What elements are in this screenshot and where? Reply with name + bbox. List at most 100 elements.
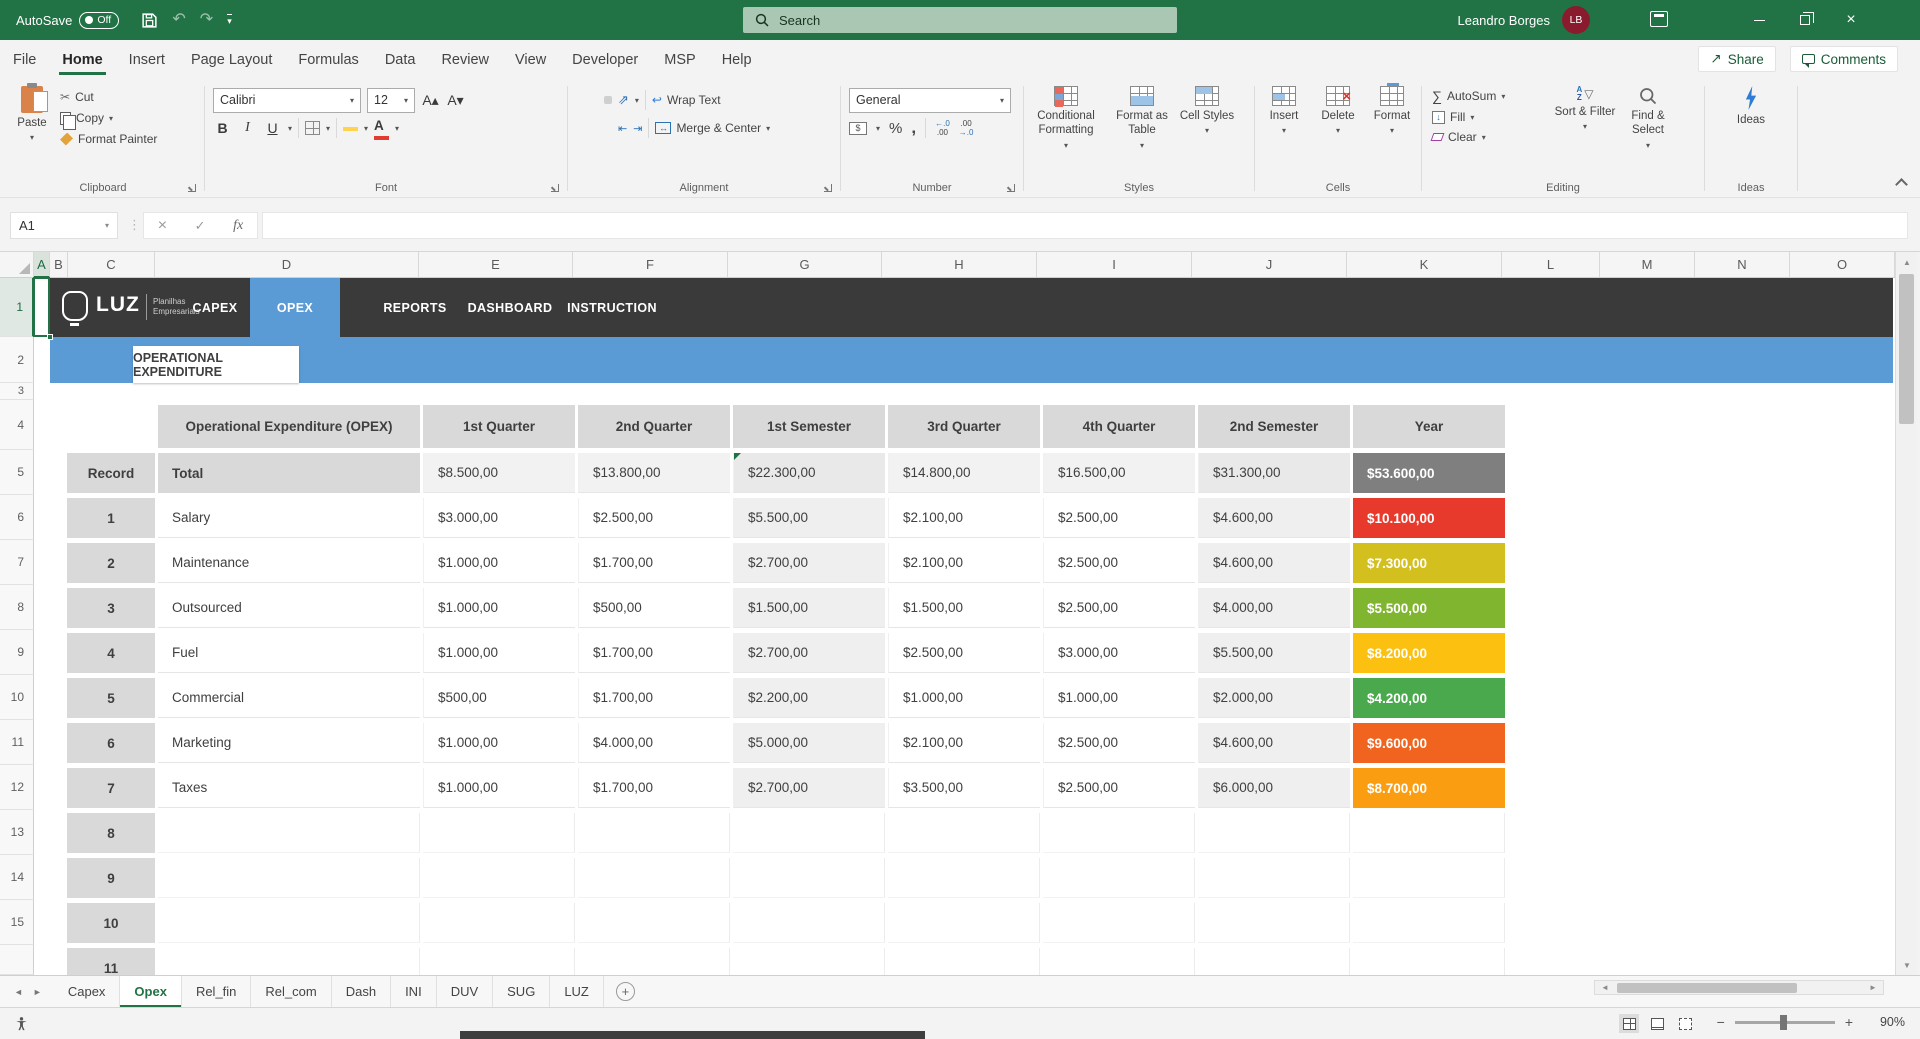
item-cell[interactable]: Salary [158,498,420,538]
borders-icon[interactable] [305,121,320,135]
accounting-format-icon[interactable]: $ [849,122,867,135]
orientation-dropdown-icon[interactable]: ▾ [635,96,639,105]
record-cell[interactable]: 6 [67,723,155,763]
q3-cell[interactable]: $2.100,00 [888,723,1040,763]
empty-cell[interactable] [1198,903,1350,943]
row-header-1[interactable]: 1 [0,278,34,337]
number-format-select[interactable]: General▾ [849,88,1011,113]
autosum-button[interactable]: ∑AutoSum▾ [1432,88,1550,104]
empty-cell[interactable] [1353,903,1505,943]
year-cell[interactable]: $10.100,00 [1353,498,1505,538]
search-input[interactable]: Search [743,7,1177,33]
align-middle-icon[interactable] [590,96,598,104]
fill-button[interactable]: ↓Fill▾ [1432,110,1550,124]
q2-cell[interactable]: $1.700,00 [578,678,730,718]
close-button[interactable]: × [1828,0,1874,40]
year-cell[interactable]: $9.600,00 [1353,723,1505,763]
autosave-switch[interactable]: Off [79,12,119,29]
paste-button[interactable]: Paste ▾ [4,78,60,146]
font-dialog-launcher-icon[interactable] [551,184,559,192]
s1-cell[interactable]: $5.500,00 [733,498,885,538]
sheet-tab-capex[interactable]: Capex [54,976,121,1007]
table-header-opex[interactable]: Operational Expenditure (OPEX) [158,405,420,448]
wrap-text-button[interactable]: ↩Wrap Text [652,93,721,107]
accounting-dropdown-icon[interactable]: ▾ [876,124,880,133]
s1-cell[interactable]: $2.700,00 [733,543,885,583]
q3-cell[interactable]: $1.500,00 [888,588,1040,628]
empty-cell[interactable] [578,948,730,975]
column-header-h[interactable]: H [882,252,1037,278]
percent-style-icon[interactable]: % [889,120,902,137]
q1-cell[interactable]: $1.000,00 [423,633,575,673]
row-header-14[interactable]: 14 [0,855,34,900]
q1-cell[interactable]: $3.000,00 [423,498,575,538]
record-cell[interactable]: 10 [67,903,155,943]
record-cell[interactable]: 4 [67,633,155,673]
total-q4-cell[interactable]: $16.500,00 [1043,453,1195,493]
total-year-cell[interactable]: $53.600,00 [1353,453,1505,493]
tab-view[interactable]: View [502,43,559,75]
share-button[interactable]: ↗Share [1698,46,1775,72]
empty-cell[interactable] [888,903,1040,943]
empty-cell[interactable] [1198,858,1350,898]
sheet-tab-rel-fin[interactable]: Rel_fin [182,976,251,1007]
empty-cell[interactable] [733,948,885,975]
column-header-o[interactable]: O [1790,252,1895,278]
collapse-ribbon-icon[interactable] [1895,178,1908,191]
tab-developer[interactable]: Developer [559,43,651,75]
underline-button[interactable]: U [263,120,282,136]
find-select-button[interactable]: Find & Select ▾ [1616,78,1680,198]
item-cell[interactable]: Commercial [158,678,420,718]
empty-cell[interactable] [423,858,575,898]
name-box[interactable]: A1▾ [10,212,118,239]
empty-cell[interactable] [888,858,1040,898]
s2-cell[interactable]: $2.000,00 [1198,678,1350,718]
align-bottom-icon[interactable] [604,96,612,104]
bold-button[interactable]: B [213,120,232,136]
q4-cell[interactable]: $3.000,00 [1043,633,1195,673]
empty-cell[interactable] [1043,903,1195,943]
table-header-q3[interactable]: 3rd Quarter [888,405,1040,448]
column-header-d[interactable]: D [155,252,419,278]
item-cell[interactable]: Taxes [158,768,420,808]
scroll-left-icon[interactable]: ◄ [1595,983,1615,992]
insert-function-icon[interactable]: fx [233,218,243,234]
page-break-view-button[interactable] [1675,1014,1695,1033]
empty-cell[interactable] [733,903,885,943]
row-header-7[interactable]: 7 [0,540,34,585]
empty-cell[interactable] [1198,813,1350,853]
tab-insert[interactable]: Insert [116,43,178,75]
empty-cell[interactable] [1353,948,1505,975]
total-s2-cell[interactable]: $31.300,00 [1198,453,1350,493]
year-cell[interactable]: $7.300,00 [1353,543,1505,583]
row-header-10[interactable]: 10 [0,675,34,720]
q1-cell[interactable]: $1.000,00 [423,723,575,763]
total-label-cell[interactable]: Total [158,453,420,493]
record-cell[interactable]: 5 [67,678,155,718]
s2-cell[interactable]: $4.600,00 [1198,723,1350,763]
underline-dropdown-icon[interactable]: ▾ [288,124,292,133]
record-cell[interactable]: 7 [67,768,155,808]
empty-cell[interactable] [158,813,420,853]
banner-tab-reports[interactable]: REPORTS [370,278,460,337]
column-header-e[interactable]: E [419,252,573,278]
row-header-11[interactable]: 11 [0,720,34,765]
column-header-k[interactable]: K [1347,252,1502,278]
ribbon-display-options-icon[interactable] [1650,11,1668,27]
autosave-toggle[interactable]: AutoSave Off [16,12,119,29]
total-s1-cell[interactable]: $22.300,00 [733,453,885,493]
row-header-9[interactable]: 9 [0,630,34,675]
font-color-dropdown-icon[interactable]: ▾ [395,124,399,133]
copy-button[interactable]: Copy▾ [60,111,157,125]
tab-file[interactable]: File [0,43,49,75]
redo-icon[interactable]: ↷ [200,12,213,28]
vertical-scrollbar[interactable]: ▲ ▼ [1895,252,1917,975]
decrease-decimal-icon[interactable]: .00→.0 [959,119,974,137]
s1-cell[interactable]: $2.200,00 [733,678,885,718]
table-header-year[interactable]: Year [1353,405,1505,448]
empty-cell[interactable] [1043,858,1195,898]
sort-filter-button[interactable]: AZ▽ Sort & Filter ▾ [1554,78,1616,198]
formula-bar-splitter[interactable]: ⋮ [128,217,141,233]
sheet-tab-duv[interactable]: DUV [437,976,493,1007]
year-cell[interactable]: $4.200,00 [1353,678,1505,718]
